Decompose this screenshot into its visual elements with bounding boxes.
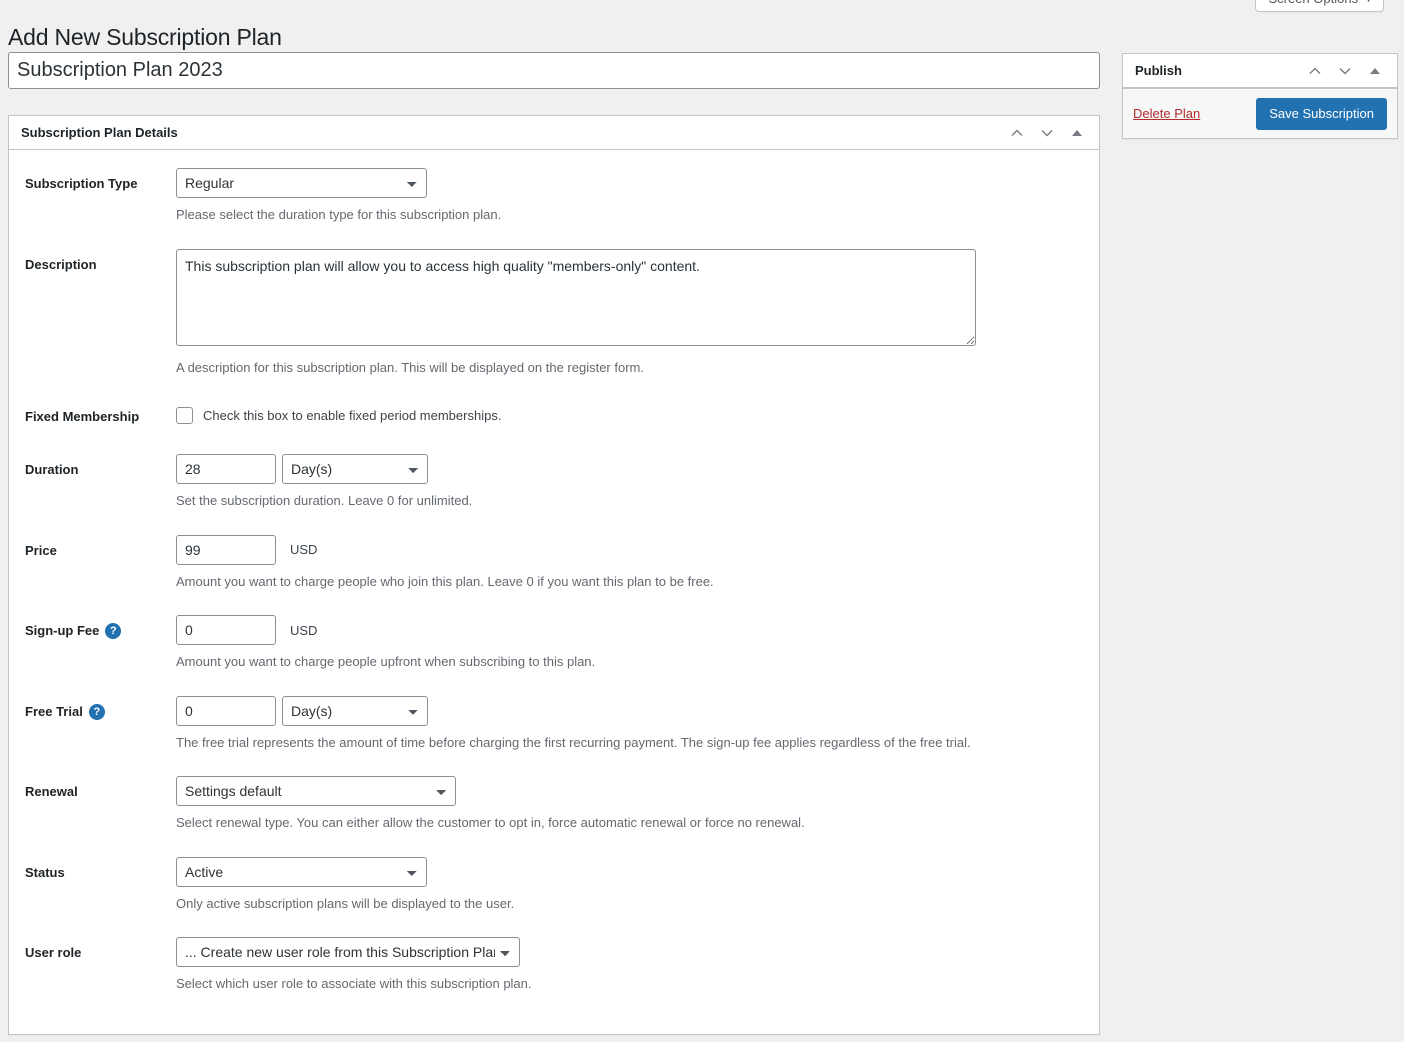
renewal-select[interactable]: Settings default xyxy=(176,776,456,807)
chevron-up-icon xyxy=(1011,129,1023,136)
field-user-role: User role ... Create new user role from … xyxy=(9,937,1099,994)
duration-help: Set the subscription duration. Leave 0 f… xyxy=(176,493,473,509)
field-renewal: Renewal Settings default Select renewal … xyxy=(9,776,1099,833)
chevron-down-icon xyxy=(1339,67,1351,74)
field-subscription-type: Subscription Type Regular Please select … xyxy=(9,168,1099,225)
move-panel-down-button[interactable] xyxy=(1033,119,1061,147)
description-help: A description for this subscription plan… xyxy=(176,359,644,375)
toggle-publish-button[interactable] xyxy=(1361,57,1389,85)
price-help: Amount you want to charge people who joi… xyxy=(176,573,714,589)
help-icon[interactable]: ? xyxy=(105,623,122,640)
publish-heading: Publish xyxy=(1135,63,1182,78)
signup-fee-input[interactable] xyxy=(176,615,276,646)
field-fixed-membership: Fixed Membership Check this box to enabl… xyxy=(9,401,1099,426)
field-status: Status Active Only active subscription p… xyxy=(9,856,1099,914)
fixed-membership-checkbox-label: Check this box to enable fixed period me… xyxy=(203,408,502,423)
price-input[interactable] xyxy=(176,534,276,565)
panel-header: Subscription Plan Details xyxy=(9,116,1099,150)
save-subscription-button[interactable]: Save Subscription xyxy=(1256,97,1387,130)
panel-handle-actions xyxy=(1003,119,1091,147)
free-trial-label: Free Trial xyxy=(25,703,83,719)
publish-panel-header: Publish xyxy=(1123,54,1397,88)
free-trial-unit-select[interactable]: Day(s) xyxy=(282,695,428,726)
description-label: Description xyxy=(25,256,97,272)
status-label: Status xyxy=(25,864,65,880)
duration-unit-select[interactable]: Day(s) xyxy=(282,454,428,485)
publish-panel: Publish Delete Plan Save Subscription xyxy=(1122,53,1398,139)
delete-plan-link[interactable]: Delete Plan xyxy=(1133,106,1200,121)
field-duration: Duration Day(s) Set the subscription dur… xyxy=(9,454,1099,511)
field-signup-fee: Sign-up Fee ? USD Amount you want to cha… xyxy=(9,615,1099,672)
signup-fee-label: Sign-up Fee xyxy=(25,623,100,639)
field-description: Description This subscription plan will … xyxy=(9,248,1099,378)
chevron-down-icon: ▼ xyxy=(1364,0,1373,4)
renewal-help: Select renewal type. You can either allo… xyxy=(176,815,805,831)
chevron-up-icon xyxy=(1309,67,1321,74)
subscription-plan-details-panel: Subscription Plan Details Subscription T… xyxy=(8,115,1100,1035)
page-title: Add New Subscription Plan xyxy=(8,24,282,51)
triangle-up-icon xyxy=(1370,67,1380,74)
screen-options-button[interactable]: Screen Options ▼ xyxy=(1255,0,1384,12)
status-select[interactable]: Active xyxy=(176,856,427,887)
help-icon[interactable]: ? xyxy=(88,703,105,720)
toggle-panel-button[interactable] xyxy=(1063,119,1091,147)
chevron-down-icon xyxy=(1041,129,1053,136)
fixed-membership-checkbox[interactable] xyxy=(176,407,193,424)
field-price: Price USD Amount you want to charge peop… xyxy=(9,534,1099,592)
fixed-membership-label: Fixed Membership xyxy=(25,409,140,424)
status-help: Only active subscription plans will be d… xyxy=(176,895,515,911)
price-currency-label: USD xyxy=(290,542,318,558)
subscription-type-help: Please select the duration type for this… xyxy=(176,207,502,222)
publish-panel-body: Delete Plan Save Subscription xyxy=(1123,88,1397,138)
user-role-label: User role xyxy=(25,945,82,961)
subscription-type-label: Subscription Type xyxy=(25,176,138,191)
signup-fee-currency-label: USD xyxy=(290,622,318,638)
move-panel-up-button[interactable] xyxy=(1003,119,1031,147)
signup-fee-help: Amount you want to charge people upfront… xyxy=(176,654,596,670)
user-role-help: Select which user role to associate with… xyxy=(176,976,532,992)
price-label: Price xyxy=(25,542,57,558)
field-free-trial: Free Trial ? Day(s) The free trial repre… xyxy=(9,695,1099,753)
subscription-type-select[interactable]: Regular xyxy=(176,168,427,198)
move-publish-up-button[interactable] xyxy=(1301,57,1329,85)
panel-heading: Subscription Plan Details xyxy=(21,125,178,140)
description-textarea[interactable]: This subscription plan will allow you to… xyxy=(176,248,976,346)
screen-options-label: Screen Options xyxy=(1268,0,1358,6)
user-role-select[interactable]: ... Create new user role from this Subsc… xyxy=(176,937,520,968)
admin-screen: Screen Options ▼ Add New Subscription Pl… xyxy=(0,0,1404,1042)
free-trial-input[interactable] xyxy=(176,695,276,726)
publish-handle-actions xyxy=(1301,57,1389,85)
move-publish-down-button[interactable] xyxy=(1331,57,1359,85)
triangle-up-icon xyxy=(1072,129,1082,136)
renewal-label: Renewal xyxy=(25,784,78,800)
free-trial-help: The free trial represents the amount of … xyxy=(176,734,971,750)
panel-body: Subscription Type Regular Please select … xyxy=(9,150,1099,994)
duration-input[interactable] xyxy=(176,454,276,485)
duration-label: Duration xyxy=(25,462,79,478)
plan-title-input[interactable] xyxy=(8,52,1100,89)
